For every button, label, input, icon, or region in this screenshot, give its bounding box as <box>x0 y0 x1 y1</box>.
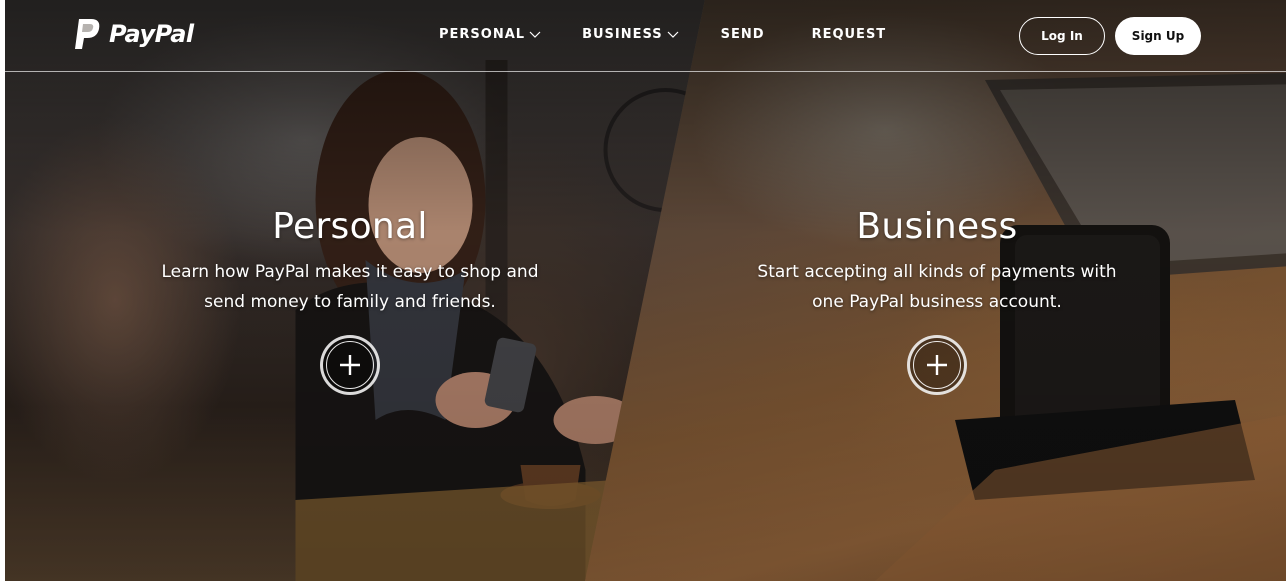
page-frame: PayPal PERSONAL BUSINESS SEND REQUEST Lo… <box>5 0 1286 581</box>
paypal-logo[interactable]: PayPal <box>73 16 194 52</box>
nav-business[interactable]: BUSINESS <box>582 27 679 42</box>
business-description: Start accepting all kinds of payments wi… <box>737 257 1137 317</box>
nav-request[interactable]: REQUEST <box>812 27 887 42</box>
chevron-down-icon <box>529 31 541 38</box>
business-expand-ring <box>913 341 961 389</box>
nav-personal-label: PERSONAL <box>439 27 526 42</box>
business-expand-button[interactable] <box>907 335 967 395</box>
personal-desc-line-2: send money to family and friends. <box>204 292 496 312</box>
business-desc-line-1: Start accepting all kinds of payments wi… <box>757 262 1117 282</box>
chevron-down-icon <box>667 31 679 38</box>
nav-personal[interactable]: PERSONAL <box>439 27 541 42</box>
site-header: PayPal PERSONAL BUSINESS SEND REQUEST Lo… <box>5 0 1286 72</box>
login-button[interactable]: Log In <box>1019 17 1105 55</box>
personal-expand-ring <box>326 341 374 389</box>
personal-hero: Personal Learn how PayPal makes it easy … <box>150 205 550 317</box>
nav-business-label: BUSINESS <box>582 27 663 42</box>
main-nav: PERSONAL BUSINESS SEND REQUEST <box>439 27 886 42</box>
nav-request-label: REQUEST <box>811 27 887 42</box>
signup-button[interactable]: Sign Up <box>1115 17 1201 55</box>
business-desc-line-2: one PayPal business account. <box>812 292 1062 312</box>
brand-name: PayPal <box>109 20 194 48</box>
business-title: Business <box>856 206 1018 247</box>
nav-send-label: SEND <box>720 27 765 42</box>
business-hero: Business Start accepting all kinds of pa… <box>737 205 1137 317</box>
personal-expand-button[interactable] <box>320 335 380 395</box>
personal-description: Learn how PayPal makes it easy to shop a… <box>150 257 550 317</box>
personal-title: Personal <box>272 206 428 247</box>
personal-desc-line-1: Learn how PayPal makes it easy to shop a… <box>161 262 539 282</box>
nav-send[interactable]: SEND <box>721 27 765 42</box>
paypal-p-icon <box>75 19 100 49</box>
